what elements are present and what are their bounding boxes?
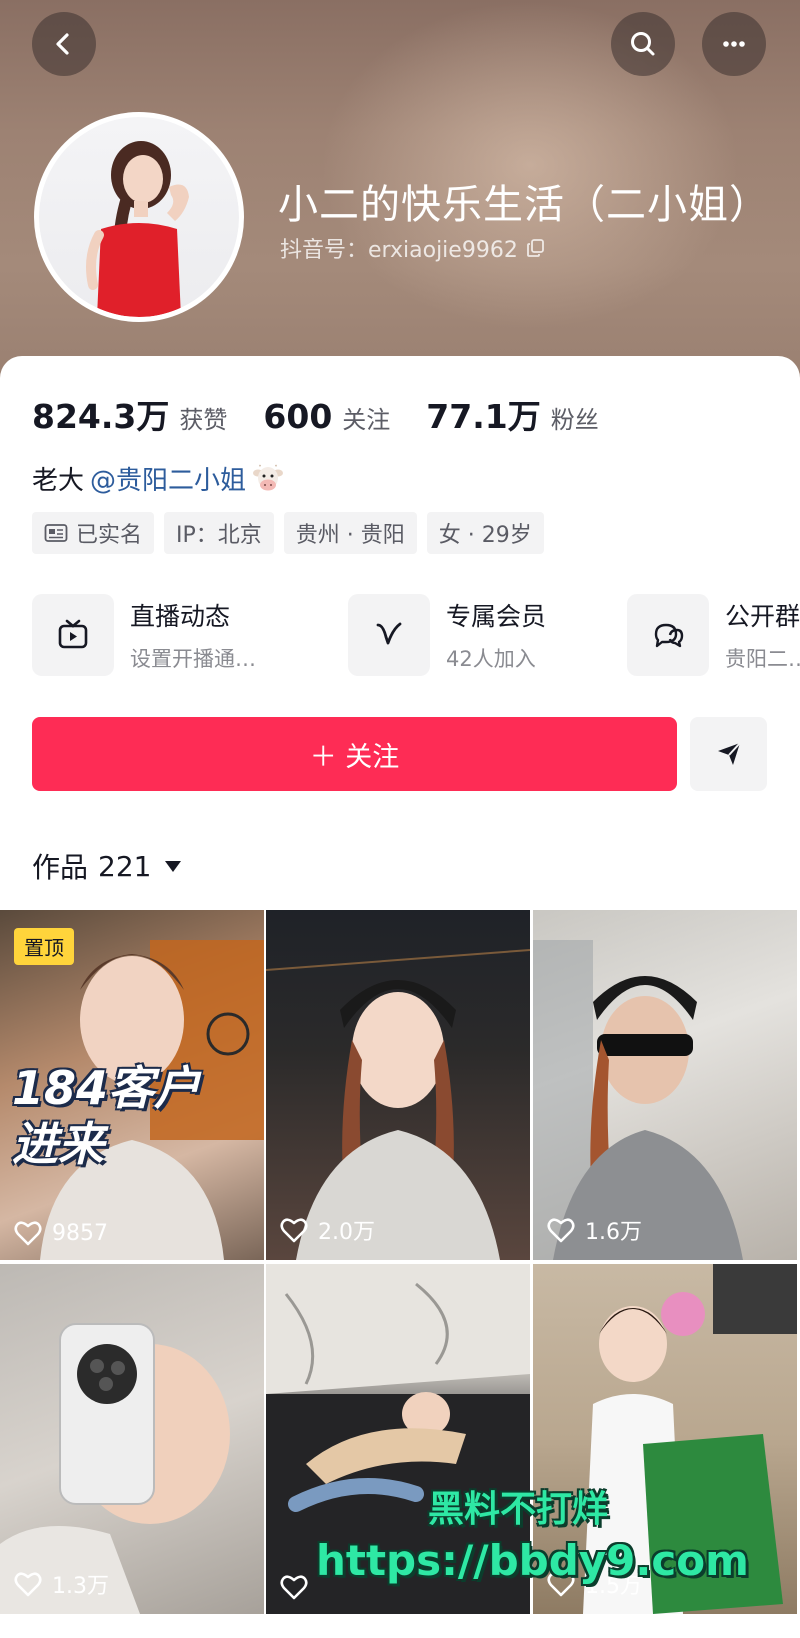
feature-membership-title: 专属会员 [446,602,547,631]
copy-icon[interactable] [526,238,546,258]
cow-emoji-icon [253,464,284,490]
profile-name: 小二的快乐生活（二小姐） [278,182,770,228]
follow-button-label: ＋ 关注 [309,741,400,773]
follow-button[interactable]: ＋ 关注 [32,717,677,791]
video-likes: 1.6万 [547,1214,642,1246]
feature-membership-subtitle: 42人加入 [446,647,536,671]
following-label: 关注 [342,406,391,434]
feature-row: 直播动态 设置开播通… 专属会员 42人加入 公开群 贵阳二… [32,594,800,676]
tv-icon [58,619,88,649]
watermark-line-2: https://bbdy9.com [316,1536,749,1585]
feature-live-updates[interactable]: 直播动态 设置开播通… [32,594,256,676]
feature-live-icon-box [32,594,114,676]
bio-mention-link[interactable]: @贵阳二小姐 [90,460,246,497]
feature-membership-text: 专属会员 42人加入 [446,597,546,673]
works-label: 作品 [32,851,89,884]
feature-live-subtitle: 设置开播通… [130,647,256,671]
video-likes [280,1574,318,1600]
feature-live-text: 直播动态 设置开播通… [130,597,256,673]
video-overlay-text: 184客户 进来 [12,1060,200,1172]
header-glow [320,0,740,330]
bio: 老大 @贵阳二小姐 [32,460,284,497]
share-button[interactable] [690,717,767,791]
feature-group-icon-box [627,594,709,676]
video-thumbnail-art [533,940,743,1260]
video-likes-count: 2.0万 [318,1220,375,1245]
tag-gender-age: 女 · 29岁 [426,512,544,554]
following-count[interactable]: 600 [263,397,332,436]
watermark-line-1: 黑料不打烊 [428,1489,609,1530]
heart-icon [14,1572,42,1597]
profile-tags: 已实名 IP：北京 贵州 · 贵阳 女 · 29岁 [32,512,544,554]
video-grid: 置顶 184客户 进来 9857 2.0万 1.6万 1.3万 1.5万 [0,910,800,1638]
video-likes-count: 1.3万 [52,1574,109,1599]
avatar[interactable] [34,112,244,322]
heart-icon [14,1221,42,1246]
feature-membership[interactable]: 专属会员 42人加入 [348,594,546,676]
heart-icon [280,1218,308,1243]
douyin-id[interactable]: 抖音号：erxiaojie9962 [280,232,546,264]
followers-label: 粉丝 [550,406,599,434]
stats-row: 824.3万 获赞 600 关注 77.1万 粉丝 [32,390,635,438]
likes-label: 获赞 [179,406,228,434]
feature-membership-icon-box [348,594,430,676]
video-thumbnail[interactable]: 1.6万 [533,910,797,1260]
tag-verified-label: 已实名 [76,523,143,548]
video-likes: 1.3万 [14,1568,109,1600]
video-likes-count: 9857 [52,1220,108,1246]
more-button[interactable] [702,12,766,76]
heart-icon [547,1218,575,1243]
feature-live-title: 直播动态 [130,602,231,631]
search-button[interactable] [611,12,675,76]
tag-verified[interactable]: 已实名 [32,512,155,554]
douyin-id-text: 抖音号：erxiaojie9962 [280,238,518,263]
feature-group-text: 公开群 贵阳二… [725,597,800,673]
avatar-image [39,117,239,317]
heart-icon [280,1575,308,1600]
send-icon [717,742,741,765]
caret-down-icon [165,860,182,872]
chevron-left-icon [56,33,69,55]
back-button[interactable] [32,12,96,76]
video-thumbnail[interactable]: 1.3万 [0,1264,264,1614]
works-tab[interactable]: 作品 221 [32,846,182,886]
overlay-line-1: 184客户 [12,1061,201,1115]
bio-text: 老大 [32,466,85,496]
video-likes: 2.0万 [280,1214,375,1246]
likes-count[interactable]: 824.3万 [32,390,169,438]
chat-icon [654,623,684,648]
video-likes: 9857 [14,1220,108,1246]
more-dots-icon [723,41,745,47]
video-thumbnail-art [266,949,530,1260]
video-thumbnail[interactable]: 2.0万 [266,910,530,1260]
tag-region: 贵州 · 贵阳 [283,512,417,554]
tag-ip-location: IP：北京 [164,512,274,554]
search-icon [631,32,655,56]
video-thumbnail-art [0,1323,230,1614]
v-icon [376,622,402,645]
overlay-line-2: 进来 [12,1117,104,1171]
feature-group-title: 公开群 [725,602,800,631]
pinned-badge: 置顶 [14,928,74,965]
id-card-icon [44,524,68,542]
feature-public-group[interactable]: 公开群 贵阳二… [627,594,800,676]
works-count: 221 [98,849,152,883]
followers-count[interactable]: 77.1万 [426,390,540,438]
feature-group-subtitle: 贵阳二… [725,647,800,671]
video-likes-count: 1.6万 [585,1220,642,1245]
avatar-portrait [86,141,189,317]
video-thumbnail[interactable]: 置顶 184客户 进来 9857 [0,910,264,1260]
